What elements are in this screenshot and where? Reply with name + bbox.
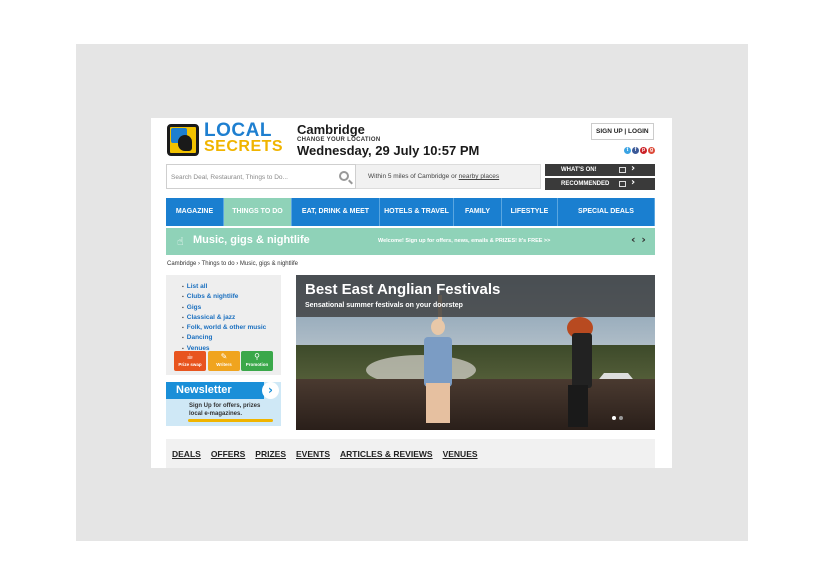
radius-text: Within 5 miles of Cambridge or bbox=[368, 173, 459, 180]
thumb-icon bbox=[619, 181, 626, 187]
hero-subtitle: Sensational summer festivals on your doo… bbox=[305, 302, 463, 309]
nav-item-lifestyle[interactable]: LIFESTYLE bbox=[502, 198, 558, 226]
category-link[interactable]: Folk, world & other music bbox=[182, 323, 266, 333]
nav-item-special-deals[interactable]: SPECIAL DEALS bbox=[558, 198, 655, 226]
main-navigation: MAGAZINE THINGS TO DO EAT, DRINK & MEET HOT… bbox=[166, 198, 655, 226]
carousel-arrows[interactable]: ‹ › bbox=[631, 233, 647, 246]
section-banner: ☝ Music, gigs & nightlife Welcome! Sign … bbox=[166, 228, 655, 255]
breadcrumb[interactable]: Cambridge › Things to do › Music, gigs &… bbox=[167, 261, 298, 267]
tab-articles-reviews[interactable]: ARTICLES & REVIEWS bbox=[340, 449, 433, 459]
calendar-icon bbox=[619, 167, 626, 173]
category-link[interactable]: Dancing bbox=[182, 333, 266, 343]
tab-deals[interactable]: DEALS bbox=[172, 449, 201, 459]
signup-promo-link[interactable]: Welcome! Sign up for offers, news, email… bbox=[378, 238, 550, 244]
category-list: List allClubs & nightlifeGigsClassical &… bbox=[182, 282, 266, 354]
nav-item-things-to-do[interactable]: THINGS TO DO bbox=[224, 198, 292, 226]
category-sidebar: List allClubs & nightlifeGigsClassical &… bbox=[166, 275, 281, 375]
search-icon[interactable] bbox=[339, 171, 349, 181]
content-tabs: DEALS OFFERS PRIZES EVENTS ARTICLES & REVIEW… bbox=[166, 439, 655, 468]
recommended-label: RECOMMENDED bbox=[561, 181, 610, 187]
tab-offers[interactable]: OFFERS bbox=[211, 449, 245, 459]
twitter-icon[interactable]: t bbox=[624, 147, 631, 154]
category-link[interactable]: Classical & jazz bbox=[182, 313, 266, 323]
newsletter-title: Newsletter bbox=[166, 382, 264, 399]
tile-promotion[interactable]: ⚲ Promotion bbox=[241, 351, 273, 371]
carousel-dot[interactable] bbox=[619, 416, 623, 420]
singer-image bbox=[572, 333, 592, 388]
newsletter-signup[interactable]: Newsletter › Sign Up for offers, prizes … bbox=[166, 382, 281, 426]
newsletter-text-line: local e-magazines. bbox=[189, 411, 243, 417]
search-input[interactable] bbox=[171, 171, 331, 183]
current-city: Cambridge bbox=[297, 122, 365, 137]
tab-prizes[interactable]: PRIZES bbox=[255, 449, 286, 459]
nav-item-family[interactable]: FAMILY bbox=[454, 198, 502, 226]
radius-info: Within 5 miles of Cambridge or nearby pl… bbox=[356, 164, 541, 189]
logo-text-secrets[interactable]: SECRETS bbox=[204, 138, 283, 156]
tile-label: Prize swap bbox=[178, 362, 202, 367]
crowd-image bbox=[296, 379, 655, 430]
whats-on-button[interactable]: WHAT'S ON! › bbox=[545, 163, 655, 176]
chevron-right-icon: › bbox=[631, 177, 636, 188]
tab-events[interactable]: EVENTS bbox=[296, 449, 330, 459]
hero-caption: Best East Anglian Festivals Sensational … bbox=[296, 275, 655, 317]
nav-item-eat-drink-meet[interactable]: EAT, DRINK & MEET bbox=[292, 198, 380, 226]
carousel-dot[interactable] bbox=[612, 416, 616, 420]
chevron-right-icon: › bbox=[631, 163, 636, 174]
nav-item-magazine[interactable]: MAGAZINE bbox=[166, 198, 224, 226]
whats-on-label: WHAT'S ON! bbox=[561, 167, 597, 173]
googleplus-icon[interactable]: g bbox=[648, 147, 655, 154]
nav-item-hotels-travel[interactable]: HOTELS & TRAVEL bbox=[380, 198, 454, 226]
local-secrets-logo-icon[interactable] bbox=[167, 124, 199, 156]
newsletter-text-line: Sign Up for offers, prizes bbox=[189, 403, 261, 409]
tile-label: Writers bbox=[216, 362, 232, 367]
category-link[interactable]: Gigs bbox=[182, 303, 266, 313]
current-datetime: Wednesday, 29 July 10:57 PM bbox=[297, 143, 480, 158]
decorative-swoosh bbox=[188, 419, 273, 422]
recommended-button[interactable]: RECOMMENDED › bbox=[545, 177, 655, 190]
hero-banner[interactable]: Best East Anglian Festivals Sensational … bbox=[296, 275, 655, 430]
tab-venues[interactable]: VENUES bbox=[443, 449, 478, 459]
category-link[interactable]: List all bbox=[182, 282, 266, 292]
nearby-places-link[interactable]: nearby places bbox=[459, 173, 499, 180]
search-box bbox=[166, 164, 356, 189]
section-title: Music, gigs & nightlife bbox=[193, 234, 310, 246]
hand-pointer-icon: ☝ bbox=[177, 235, 184, 248]
carousel-dots[interactable] bbox=[612, 416, 623, 420]
pen-icon: ✎ bbox=[220, 352, 228, 361]
website-page: LOCAL SECRETS Cambridge CHANGE YOUR LOCA… bbox=[151, 118, 672, 468]
pin-icon: ⚲ bbox=[254, 352, 260, 361]
facebook-icon[interactable]: f bbox=[632, 147, 639, 154]
tile-label: Promotion bbox=[245, 362, 269, 367]
newsletter-text: Sign Up for offers, prizes local e-magaz… bbox=[189, 402, 260, 418]
chevron-right-icon: › bbox=[262, 382, 279, 399]
tile-writers[interactable]: ✎ Writers bbox=[208, 351, 240, 371]
signup-login-link[interactable]: SIGN UP | LOGIN bbox=[591, 123, 654, 140]
pinterest-icon[interactable]: p bbox=[640, 147, 647, 154]
category-link[interactable]: Clubs & nightlife bbox=[182, 292, 266, 302]
social-links: tfpg bbox=[624, 147, 655, 154]
cup-icon: ☕ bbox=[186, 352, 194, 361]
hero-title[interactable]: Best East Anglian Festivals bbox=[305, 281, 500, 298]
performer-image bbox=[424, 337, 452, 387]
tile-prize-swap[interactable]: ☕ Prize swap bbox=[174, 351, 206, 371]
